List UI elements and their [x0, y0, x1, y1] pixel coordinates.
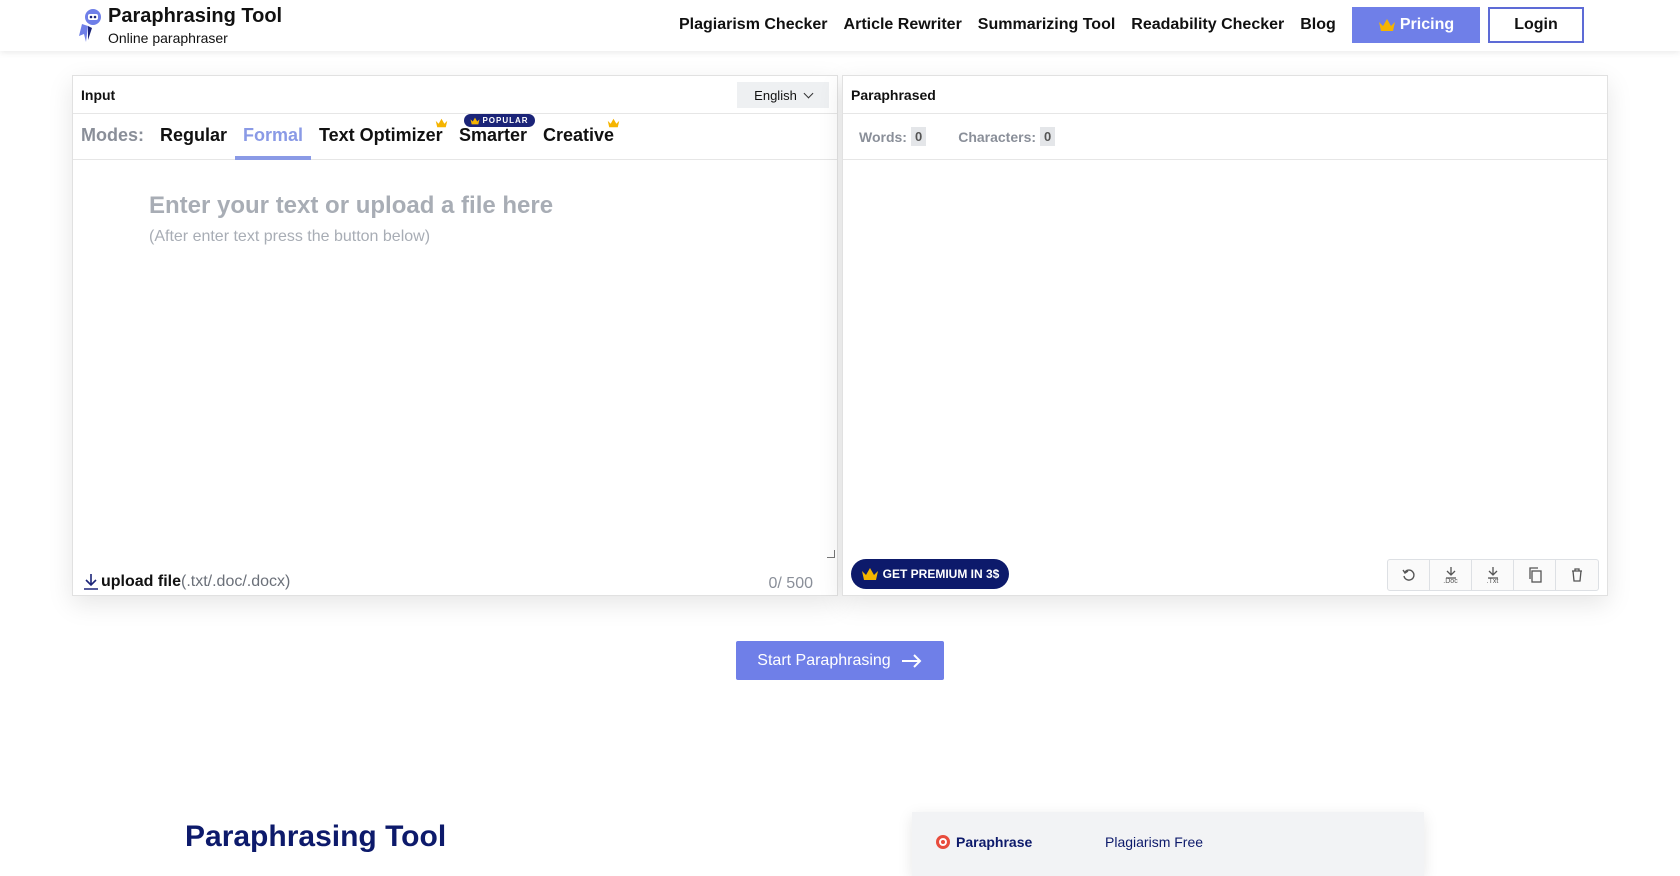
modes-bar: Modes: Regular Formal Text Optimizer POP…: [73, 114, 837, 160]
pricing-label: Pricing: [1399, 16, 1455, 33]
section-title: Paraphrasing Tool: [185, 820, 447, 853]
premium-crown-icon: [607, 118, 620, 128]
nav-summarizing-tool[interactable]: Summarizing Tool: [978, 16, 1115, 34]
download-icon: [84, 574, 98, 590]
delete-button[interactable]: [1556, 560, 1598, 590]
output-panel-header: Paraphrased: [843, 76, 1607, 114]
download-doc-button[interactable]: .Doc: [1430, 560, 1472, 590]
language-select[interactable]: English: [737, 82, 829, 108]
premium-crown-icon: [435, 118, 448, 128]
input-placeholder-title: Enter your text or upload a file here: [149, 192, 554, 219]
characters-label: Characters:: [958, 128, 1037, 145]
feature-card: Paraphrase Plagiarism Free: [912, 812, 1424, 876]
popular-badge-label: POPULAR: [482, 116, 529, 125]
undo-button[interactable]: [1388, 560, 1430, 590]
words-label: Words:: [859, 128, 907, 145]
site-title: Paraphrasing Tool: [108, 5, 283, 27]
download-doc-caption: .Doc: [1443, 577, 1458, 585]
nav-readability-checker[interactable]: Readability Checker: [1131, 16, 1284, 34]
input-panel-header: Input English: [73, 76, 837, 114]
copy-button[interactable]: [1514, 560, 1556, 590]
pricing-button[interactable]: Pricing: [1352, 7, 1480, 43]
main-nav: Plagiarism Checker Article Rewriter Summ…: [679, 0, 1352, 49]
download-txt-caption: .Txt: [1486, 577, 1499, 585]
tab-paraphrase-label: Paraphrase: [956, 834, 1033, 850]
nav-plagiarism-checker[interactable]: Plagiarism Checker: [679, 16, 828, 34]
tab-plagiarism-free[interactable]: Plagiarism Free: [1105, 834, 1203, 850]
resize-handle[interactable]: [827, 550, 835, 558]
mode-creative[interactable]: Creative: [543, 125, 614, 146]
nav-blog[interactable]: Blog: [1300, 16, 1336, 34]
copy-icon: [1528, 567, 1542, 583]
text-input-area[interactable]: [73, 161, 837, 561]
trash-icon: [1572, 568, 1582, 582]
get-premium-label: GET PREMIUM IN 3$: [882, 567, 1000, 581]
characters-count: 0: [1040, 127, 1056, 146]
start-paraphrasing-label: Start Paraphrasing: [757, 651, 891, 669]
mode-text-optimizer[interactable]: Text Optimizer: [319, 125, 443, 146]
words-count: 0: [910, 127, 927, 146]
robot-logo-icon: [79, 9, 101, 42]
top-navigation-bar: Paraphrasing Tool Online paraphraser Pla…: [0, 0, 1680, 51]
modes-label: Modes:: [81, 125, 144, 145]
login-button[interactable]: Login: [1488, 7, 1584, 43]
output-panel: Paraphrased Words: 0 Characters: 0 GET P…: [842, 75, 1608, 596]
character-count: 0/ 500: [768, 575, 813, 592]
upload-file-button[interactable]: upload file (.txt/.doc/.docx): [83, 573, 290, 591]
output-stats: Words: 0 Characters: 0: [843, 114, 1607, 160]
crown-icon: [470, 117, 480, 124]
active-mode-indicator: [235, 156, 311, 160]
input-header-label: Input: [81, 86, 116, 103]
language-value: English: [754, 87, 797, 103]
output-header-label: Paraphrased: [851, 86, 936, 103]
start-paraphrasing-button[interactable]: Start Paraphrasing: [736, 641, 944, 680]
download-txt-button[interactable]: .Txt: [1472, 560, 1514, 590]
crown-icon: [861, 568, 878, 580]
undo-icon: [1401, 569, 1415, 581]
mode-smarter[interactable]: Smarter: [459, 125, 527, 146]
site-logo[interactable]: Paraphrasing Tool Online paraphraser: [76, 4, 282, 46]
upload-file-label: upload file: [101, 573, 181, 590]
tab-paraphrase[interactable]: Paraphrase: [936, 834, 1032, 850]
site-subtitle: Online paraphraser: [108, 30, 228, 46]
target-icon: [936, 835, 950, 849]
nav-article-rewriter[interactable]: Article Rewriter: [844, 16, 962, 34]
input-placeholder-subtitle: (After enter text press the button below…: [149, 228, 431, 245]
chevron-down-icon: [803, 88, 814, 98]
arrow-right-icon: [901, 653, 922, 668]
output-toolbar: .Doc .Txt: [1387, 559, 1599, 591]
mode-regular[interactable]: Regular: [160, 125, 227, 146]
get-premium-button[interactable]: GET PREMIUM IN 3$: [851, 559, 1009, 589]
input-panel: Input English Modes: Regular Formal Text…: [72, 75, 838, 596]
crown-icon: [1378, 19, 1395, 31]
upload-file-extensions: (.txt/.doc/.docx): [181, 573, 291, 590]
mode-formal[interactable]: Formal: [243, 125, 303, 146]
